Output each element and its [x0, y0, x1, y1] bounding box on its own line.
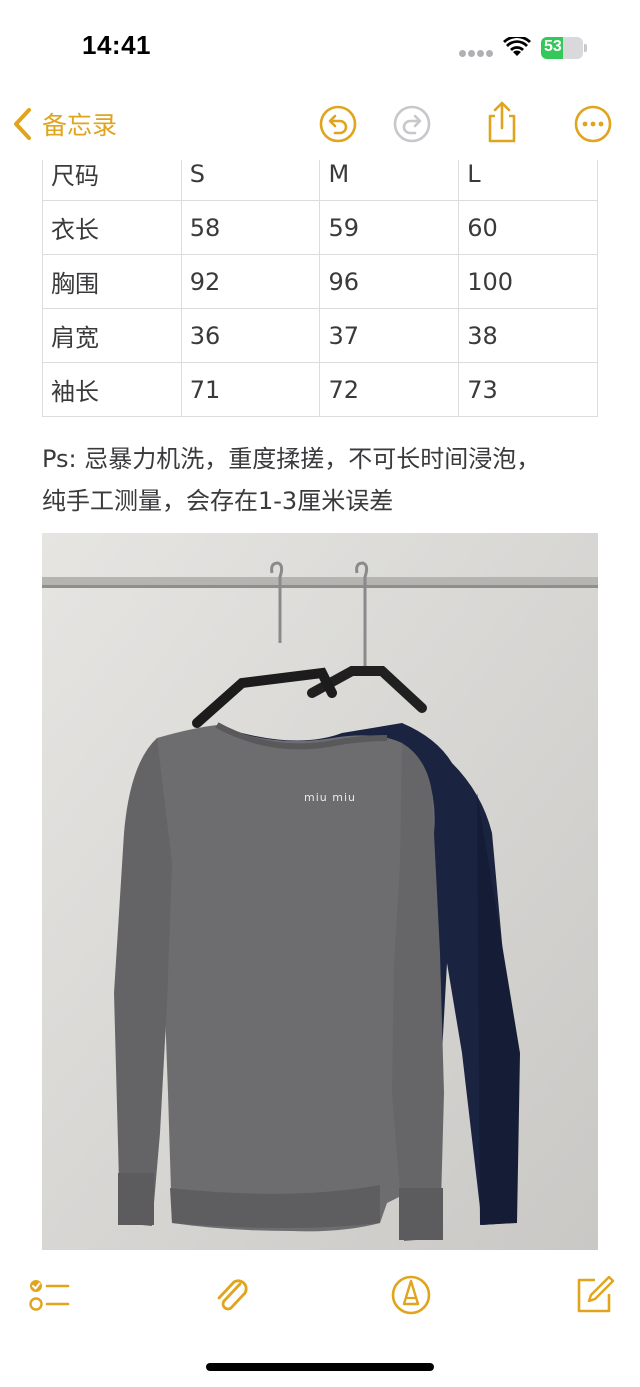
- checklist-icon[interactable]: [28, 1274, 70, 1316]
- back-button[interactable]: 备忘录: [12, 104, 117, 144]
- table-cell: 尺码: [42, 160, 182, 201]
- note-line-1: Ps: 忌暴力机洗，重度揉搓，不可长时间浸泡，: [42, 445, 541, 473]
- table-cell: 衣长: [42, 200, 182, 255]
- cellular-signal-icon: [459, 50, 493, 58]
- back-label: 备忘录: [42, 111, 118, 140]
- table-row: 尺码 S M L: [42, 160, 598, 201]
- battery-level: 53: [544, 38, 562, 55]
- table-row: 衣长 58 59 60: [42, 200, 598, 255]
- table-row: 肩宽 36 37 38: [42, 308, 598, 363]
- table-cell: 37: [319, 308, 460, 363]
- compose-icon[interactable]: [573, 1274, 615, 1316]
- table-cell: S: [180, 160, 321, 201]
- product-photo[interactable]: miu miu: [42, 533, 598, 1250]
- size-table: 尺码 S M L 衣长 58 59 60 胸围 92 96 100 肩宽 36 37 38 袖长 71 72 73: [42, 160, 598, 417]
- wifi-icon: [503, 37, 531, 56]
- bottom-toolbar: [0, 1262, 640, 1332]
- sweater-image: miu miu: [42, 533, 598, 1250]
- table-row: 胸围 92 96 100: [42, 254, 598, 309]
- nav-bar: 备忘录: [0, 90, 640, 160]
- chevron-left-icon: [14, 108, 31, 140]
- undo-icon[interactable]: [318, 104, 358, 144]
- table-cell: 肩宽: [42, 308, 182, 363]
- share-icon[interactable]: [482, 100, 522, 144]
- note-text: Ps: 忌暴力机洗，重度揉搓，不可长时间浸泡， 纯手工测量，会存在1-3厘米误差: [42, 438, 612, 522]
- table-cell: 60: [458, 200, 598, 255]
- table-row: 袖长 71 72 73: [42, 362, 598, 417]
- table-cell: 38: [458, 308, 598, 363]
- more-icon[interactable]: [573, 104, 613, 144]
- battery-icon: 53: [541, 37, 587, 59]
- table-cell: L: [458, 160, 598, 201]
- status-bar: 14:41 53: [0, 0, 640, 90]
- home-indicator[interactable]: [206, 1363, 434, 1371]
- table-cell: 96: [319, 254, 460, 309]
- table-cell: 36: [180, 308, 321, 363]
- table-cell: 100: [458, 254, 598, 309]
- table-cell: 袖长: [42, 362, 182, 417]
- table-cell: 胸围: [42, 254, 182, 309]
- sweater-logo: miu miu: [304, 791, 356, 804]
- note-line-2: 纯手工测量，会存在1-3厘米误差: [42, 487, 394, 515]
- paperclip-icon[interactable]: [212, 1274, 254, 1316]
- redo-icon[interactable]: [392, 104, 432, 144]
- status-time: 14:41: [82, 30, 151, 60]
- table-cell: 71: [180, 362, 321, 417]
- table-cell: M: [319, 160, 460, 201]
- table-cell: 92: [180, 254, 321, 309]
- table-cell: 73: [458, 362, 598, 417]
- table-cell: 72: [319, 362, 460, 417]
- table-cell: 58: [180, 200, 321, 255]
- note-content[interactable]: 尺码 S M L 衣长 58 59 60 胸围 92 96 100 肩宽 36 37 38 袖长 71 72 73 P…: [0, 160, 640, 1250]
- table-cell: 59: [319, 200, 460, 255]
- markup-pen-icon[interactable]: [390, 1274, 432, 1316]
